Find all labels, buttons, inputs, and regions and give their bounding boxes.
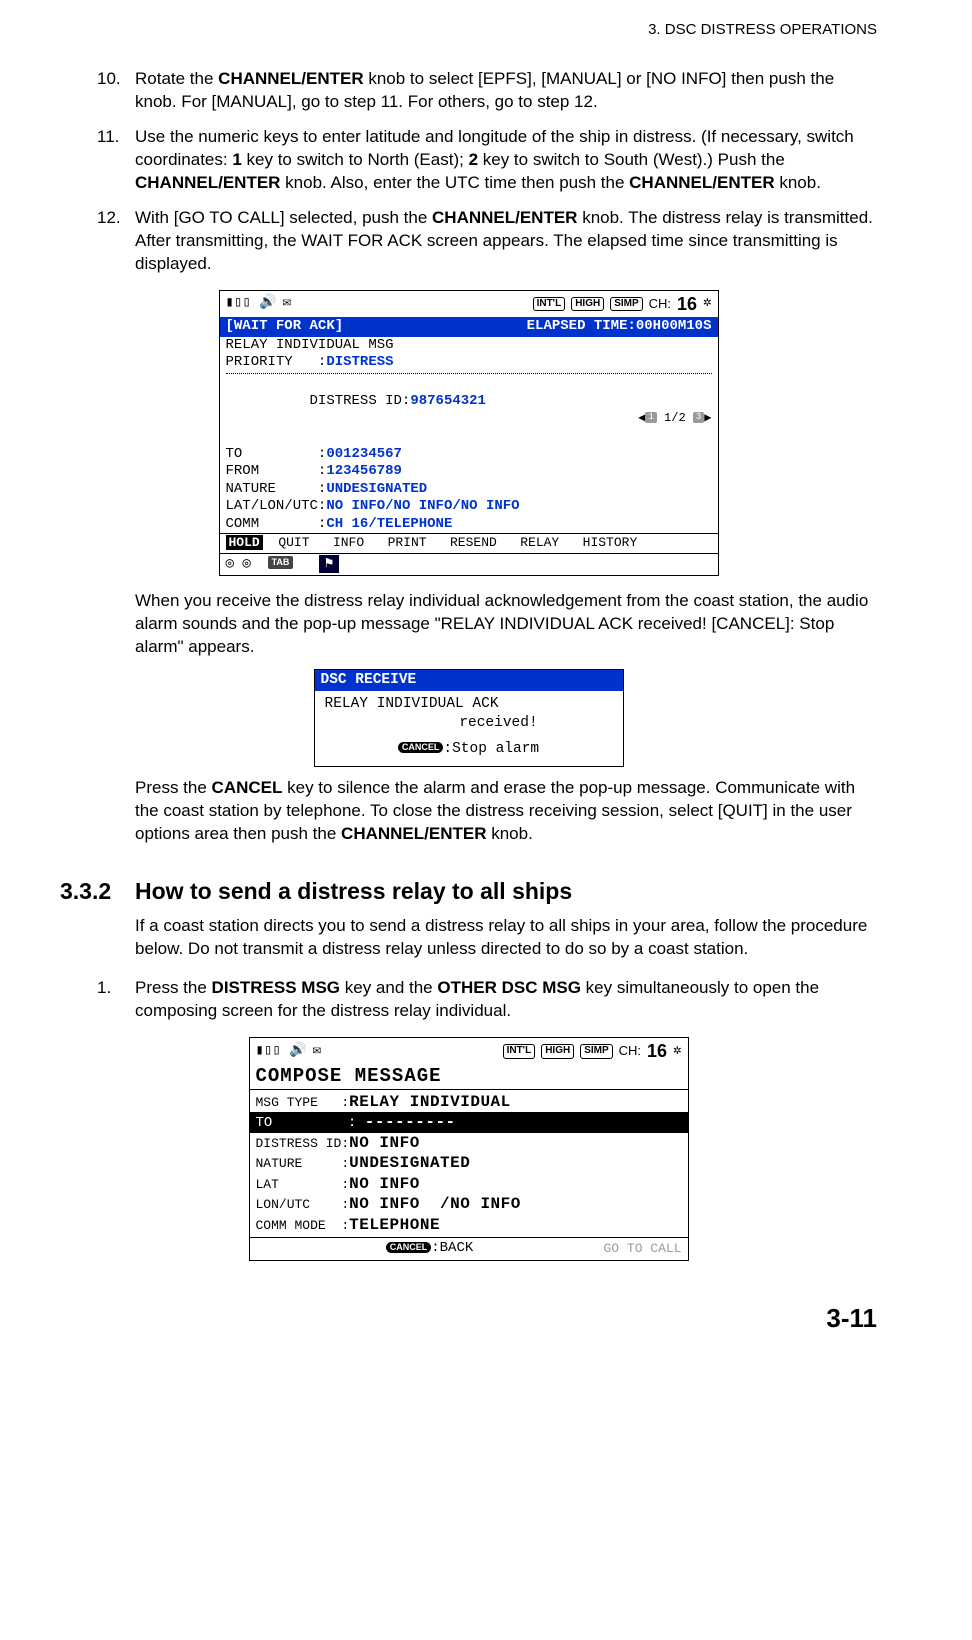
step-11: 11. Use the numeric keys to enter latitu… (135, 126, 877, 195)
paragraph: Press the CANCEL key to silence the alar… (135, 777, 877, 846)
step-number: 11. (97, 126, 119, 149)
page: 3. DSC DISTRESS OPERATIONS 10. Rotate th… (0, 0, 972, 1376)
device-row: LAT/LON/UTC:NO INFO/NO INFO/NO INFO (226, 498, 712, 516)
band-left: [WAIT FOR ACK] (226, 318, 344, 336)
step-text: Press the DISTRESS MSG key and the OTHER… (135, 978, 819, 1020)
compose-body: MSG TYPE :RELAY INDIVIDUAL TO : --------… (250, 1090, 688, 1238)
running-head: 3. DSC DISTRESS OPERATIONS (60, 20, 877, 40)
step-12: 12. With [GO TO CALL] selected, push the… (135, 207, 877, 276)
menu-item: INFO (333, 535, 364, 550)
band-right: ELAPSED TIME:00H00M10S (527, 318, 712, 336)
popup-title: DSC RECEIVE (315, 670, 623, 692)
step-list-b: 1. Press the DISTRESS MSG key and the OT… (135, 977, 877, 1023)
device-body: RELAY INDIVIDUAL MSG PRIORITY :DISTRESS … (220, 337, 718, 534)
device-row: FROM :123456789 (226, 463, 712, 481)
knob-icon: ◎ ◎ (226, 556, 251, 572)
compose-row: NATURE :UNDESIGNATED (256, 1153, 682, 1174)
compose-row: LAT :NO INFO (256, 1174, 682, 1195)
channel-label: CH: (619, 1043, 641, 1059)
cancel-badge-icon: CANCEL (386, 1242, 432, 1253)
device-status-bar: ▮▯▯ 🔊 ✉ INT'L HIGH SIMP CH: 16 ✲ (220, 291, 718, 318)
device-footer: ◎ ◎ TAB ⚑ (220, 554, 718, 576)
step-number: 12. (97, 207, 121, 230)
menu-item: RESEND (450, 535, 497, 550)
menu-item: RELAY (520, 535, 559, 550)
mode-pill: SIMP (580, 1044, 612, 1059)
section-heading: 3.3.2How to send a distress relay to all… (60, 876, 877, 907)
device-row: TO :001234567 (226, 446, 712, 464)
footer-goto: GO TO CALL (603, 1241, 681, 1257)
channel-value: 16 (647, 1040, 667, 1063)
popup-body: RELAY INDIVIDUAL ACK received! CANCEL:St… (315, 691, 623, 765)
flag-icon: ⚑ (319, 555, 339, 573)
page-number: 3-11 (60, 1301, 877, 1336)
menu-item: HISTORY (583, 535, 638, 550)
menu-item: QUIT (278, 535, 309, 550)
page-indicator: ◀1 1/2 3▶ (638, 411, 711, 426)
compose-row: MSG TYPE :RELAY INDIVIDUAL (256, 1092, 682, 1113)
menu-item-selected: HOLD (226, 535, 263, 550)
step-10: 10. Rotate the CHANNEL/ENTER knob to sel… (135, 68, 877, 114)
figure-compose-message: ▮▯▯ 🔊 ✉ INT'L HIGH SIMP CH: 16 ✲ COMPOSE… (60, 1037, 877, 1260)
channel-label: CH: (649, 296, 671, 312)
device-row: COMM :CH 16/TELEPHONE (226, 516, 712, 534)
section-number: 3.3.2 (60, 876, 135, 907)
figure-popup: DSC RECEIVE RELAY INDIVIDUAL ACK receive… (314, 669, 624, 767)
device-screen: ▮▯▯ 🔊 ✉ INT'L HIGH SIMP CH: 16 ✲ [WAIT F… (219, 290, 719, 576)
device-menu-bar: HOLD QUIT INFO PRINT RESEND RELAY HISTOR… (220, 533, 718, 553)
compose-footer: CANCEL:BACK GO TO CALL (250, 1237, 688, 1260)
mode-pill: HIGH (571, 297, 604, 312)
figure-wait-for-ack: ▮▯▯ 🔊 ✉ INT'L HIGH SIMP CH: 16 ✲ [WAIT F… (60, 290, 877, 576)
device-row: DISTRESS ID:987654321 ◀1 1/2 3▶ (226, 376, 712, 446)
footer-back: CANCEL:BACK (386, 1240, 474, 1258)
signal-icon: ▮▯▯ 🔊 (226, 295, 277, 313)
mode-pill: INT'L (533, 297, 566, 312)
compose-title: COMPOSE MESSAGE (250, 1065, 688, 1090)
mode-pill: SIMP (610, 297, 642, 312)
cancel-badge-icon: CANCEL (398, 742, 444, 753)
compose-row: DISTRESS ID:NO INFO (256, 1133, 682, 1154)
step-1: 1. Press the DISTRESS MSG key and the OT… (135, 977, 877, 1023)
mode-pill: HIGH (541, 1044, 574, 1059)
mail-icon: ✉ (283, 295, 291, 313)
step-number: 1. (97, 977, 111, 1000)
step-text: Use the numeric keys to enter latitude a… (135, 127, 854, 192)
popup-hint: CANCEL:Stop alarm (325, 740, 613, 758)
popup-line: RELAY INDIVIDUAL ACK (325, 695, 613, 713)
section-title-text: How to send a distress relay to all ship… (135, 878, 572, 904)
busy-icon: ✲ (673, 1043, 681, 1061)
compose-row: COMM MODE :TELEPHONE (256, 1215, 682, 1236)
device-status-bar: ▮▯▯ 🔊 ✉ INT'L HIGH SIMP CH: 16 ✲ (250, 1038, 688, 1065)
step-number: 10. (97, 68, 121, 91)
mode-pill: INT'L (503, 1044, 536, 1059)
busy-icon: ✲ (703, 295, 711, 313)
menu-item: PRINT (388, 535, 427, 550)
channel-value: 16 (677, 293, 697, 316)
device-row: NATURE :UNDESIGNATED (226, 481, 712, 499)
section-intro: If a coast station directs you to send a… (135, 915, 877, 961)
device-row: RELAY INDIVIDUAL MSG (226, 337, 712, 355)
paragraph: When you receive the distress relay indi… (135, 590, 877, 659)
device-title-band: [WAIT FOR ACK] ELAPSED TIME:00H00M10S (220, 317, 718, 337)
compose-row: LON/UTC :NO INFO /NO INFO (256, 1194, 682, 1215)
step-list-a: 10. Rotate the CHANNEL/ENTER knob to sel… (135, 68, 877, 276)
tab-badge: TAB (268, 556, 294, 569)
device-row: PRIORITY :DISTRESS (226, 354, 712, 372)
step-text: Rotate the CHANNEL/ENTER knob to select … (135, 69, 834, 111)
device-screen: ▮▯▯ 🔊 ✉ INT'L HIGH SIMP CH: 16 ✲ COMPOSE… (249, 1037, 689, 1260)
signal-icon: ▮▯▯ 🔊 (256, 1043, 307, 1061)
divider-dotted (226, 373, 712, 374)
popup-line: received! (325, 714, 613, 732)
compose-row-selected: TO : --------- (250, 1112, 688, 1133)
mail-icon: ✉ (313, 1043, 321, 1061)
step-text: With [GO TO CALL] selected, push the CHA… (135, 208, 873, 273)
